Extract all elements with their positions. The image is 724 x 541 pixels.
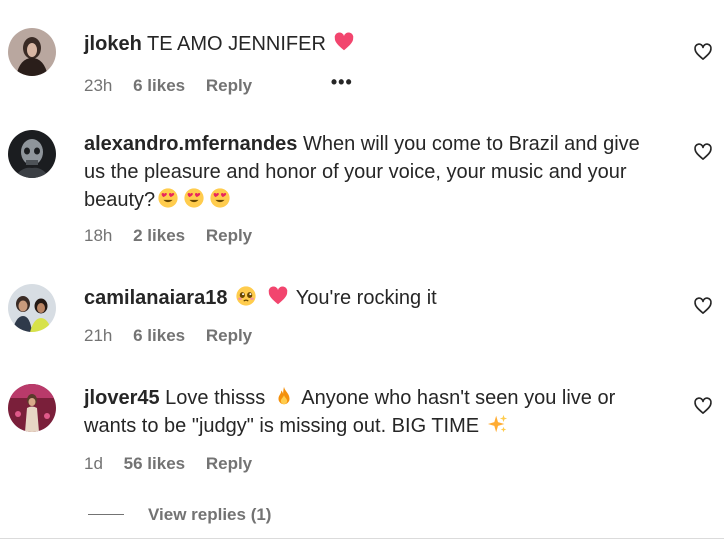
comment-time[interactable]: 1d [84, 454, 103, 474]
avatar[interactable] [8, 130, 56, 178]
comment-likes[interactable]: 6 likes [133, 326, 185, 346]
view-replies-button[interactable]: View replies (1) [88, 505, 271, 525]
comment-body: jlokeh TE AMO JENNIFER [84, 30, 664, 58]
comment-username[interactable]: jlokeh [84, 33, 142, 55]
avatar[interactable] [8, 384, 56, 432]
heart-outline-icon[interactable] [693, 142, 713, 162]
comment-meta: 18h 2 likes Reply [84, 226, 268, 246]
more-options-icon[interactable]: ••• [331, 72, 353, 93]
pleading-face-emoji [235, 285, 257, 307]
comment-username[interactable]: alexandro.mfernandes [84, 133, 297, 155]
heart-outline-icon[interactable] [693, 42, 713, 62]
reply-button[interactable]: Reply [206, 326, 252, 346]
sparkles-emoji [487, 413, 509, 435]
comment-likes[interactable]: 56 likes [124, 454, 185, 474]
comment-body: camilanaiara18 You're rocking it [84, 284, 664, 312]
avatar[interactable] [8, 28, 56, 76]
reply-button[interactable]: Reply [206, 454, 252, 474]
heart-eyes-emoji [157, 187, 179, 209]
comment-meta: 1d 56 likes Reply [84, 454, 268, 474]
comment-meta: 21h 6 likes Reply [84, 326, 268, 346]
comment-body: alexandro.mfernandes When will you come … [84, 130, 664, 214]
avatar[interactable] [8, 284, 56, 332]
comment-time[interactable]: 21h [84, 326, 112, 346]
comment-username[interactable]: jlover45 [84, 387, 160, 409]
comment-likes[interactable]: 6 likes [133, 76, 185, 96]
comment-text: Love thisss [165, 387, 266, 409]
divider [0, 538, 724, 539]
heart-outline-icon[interactable] [693, 296, 713, 316]
comment-text: Anyone who hasn't seen you live or wants… [84, 387, 616, 437]
comment-likes[interactable]: 2 likes [133, 226, 185, 246]
comment-time[interactable]: 18h [84, 226, 112, 246]
comment-text: You're rocking it [295, 287, 437, 309]
comment-username[interactable]: camilanaiara18 [84, 287, 227, 309]
comment-body: jlover45 Love thisss Anyone who hasn't s… [84, 384, 664, 440]
view-replies-label[interactable]: View replies (1) [148, 505, 271, 524]
heart-eyes-emoji [183, 187, 205, 209]
comment-time[interactable]: 23h [84, 76, 112, 96]
heart-eyes-emoji [209, 187, 231, 209]
pink-heart-emoji [333, 31, 355, 53]
divider [88, 514, 124, 515]
pink-heart-emoji [267, 285, 289, 307]
fire-emoji [273, 385, 295, 407]
reply-button[interactable]: Reply [206, 76, 252, 96]
comment-text: TE AMO JENNIFER [147, 33, 326, 55]
reply-button[interactable]: Reply [206, 226, 252, 246]
heart-outline-icon[interactable] [693, 396, 713, 416]
comment-meta: 23h 6 likes Reply ••• [84, 72, 369, 96]
